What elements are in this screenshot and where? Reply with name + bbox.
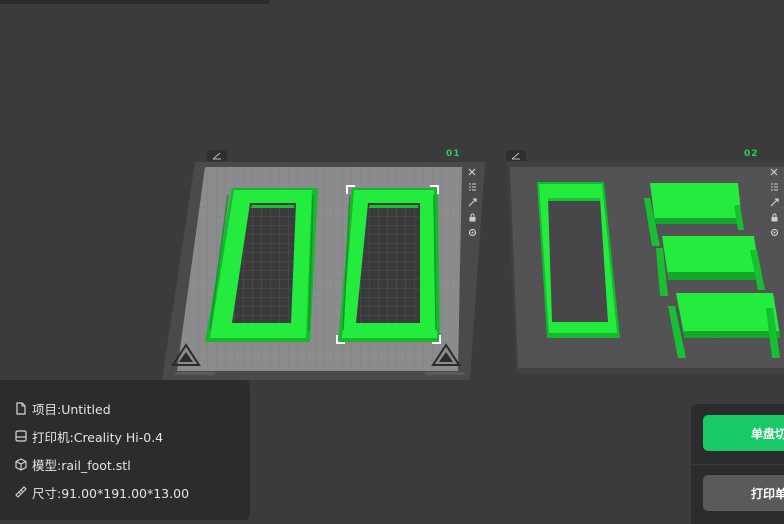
model-info-panel: 项目:Untitled 打印机:Creality Hi-0.4 模型:rail_… <box>0 380 250 520</box>
cube-icon <box>14 457 28 471</box>
action-divider <box>691 464 784 465</box>
info-model: 模型:rail_foot.stl <box>32 457 131 473</box>
plate-01-label: 01 <box>446 149 461 159</box>
close-icon[interactable] <box>466 166 478 178</box>
close-icon[interactable] <box>768 166 780 178</box>
list-icon[interactable] <box>768 181 780 193</box>
info-project: 项目:Untitled <box>32 401 111 417</box>
info-printer: 打印机:Creality Hi-0.4 <box>32 429 164 445</box>
model-rail-foot-b[interactable] <box>336 185 441 344</box>
info-model-row: 模型:rail_foot.stl <box>14 450 250 478</box>
plate-02-tab[interactable] <box>506 150 526 161</box>
printer-icon <box>14 429 28 443</box>
ruler-icon <box>14 485 28 499</box>
plate-02-label: 02 <box>744 149 759 159</box>
auto-arrange-icon[interactable] <box>466 196 478 208</box>
plate-01-tab[interactable] <box>207 150 227 161</box>
plate-02-toolbar <box>766 163 782 238</box>
edit-icon <box>511 152 520 160</box>
lock-icon[interactable] <box>768 211 780 223</box>
info-project-row: 项目:Untitled <box>14 394 250 422</box>
auto-arrange-icon[interactable] <box>768 196 780 208</box>
plate-01-toolbar <box>464 163 480 238</box>
settings-icon[interactable] <box>768 226 780 238</box>
edit-icon <box>212 152 221 160</box>
info-size: 尺寸:91.00*191.00*13.00 <box>32 485 190 501</box>
info-printer-row: 打印机:Creality Hi-0.4 <box>14 422 250 450</box>
print-plate-button[interactable]: 打印单盘 <box>703 475 784 511</box>
slice-plate-button[interactable]: 单盘切片 <box>703 415 784 451</box>
file-icon <box>14 401 28 415</box>
lock-icon[interactable] <box>466 211 478 223</box>
list-icon[interactable] <box>466 181 478 193</box>
settings-icon[interactable] <box>466 226 478 238</box>
info-size-row: 尺寸:91.00*191.00*13.00 <box>14 478 250 506</box>
